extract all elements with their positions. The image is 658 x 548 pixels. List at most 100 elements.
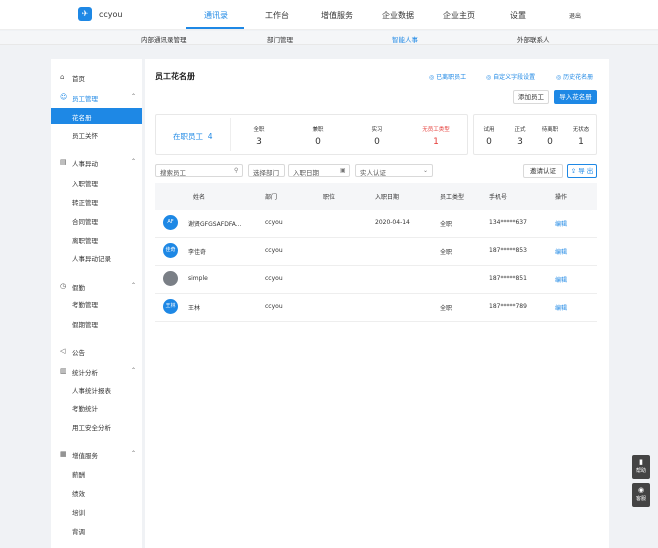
sidebar-group-employee[interactable]: ☺ 员工管理 ⌃ xyxy=(51,89,142,105)
sidebar-group-value-added[interactable]: ▦ 增值服务 ⌃ xyxy=(51,446,142,462)
sidebar-group-attendance[interactable]: ◷ 假勤 ⌃ xyxy=(51,278,142,294)
sidebar-item-hr-report[interactable]: 人事统计报表 xyxy=(72,385,111,395)
sidebar-item-safety-analysis[interactable]: 用工安全分析 xyxy=(72,422,111,432)
sidebar-group-personnel-change[interactable]: ▤ 人事异动 ⌃ xyxy=(51,154,142,170)
onjob-count[interactable]: 在职员工 4 xyxy=(173,131,213,142)
sidebar-item-change-records[interactable]: 人事异动记录 xyxy=(72,253,111,263)
history-roster-link[interactable]: ◎ 历史花名册 xyxy=(556,72,593,81)
col-name: 姓名 xyxy=(193,194,206,201)
sidebar-item-onboarding[interactable]: 入职管理 xyxy=(72,178,98,188)
sidebar-item-salary[interactable]: 薪酬 xyxy=(72,469,85,479)
sidebar-item-attendance-stats[interactable]: 考勤统计 xyxy=(72,403,98,413)
verification-select[interactable]: 实人认证 ⌄ xyxy=(355,164,433,177)
book-icon: ▮ xyxy=(639,458,643,466)
import-roster-button[interactable]: 导入花名册 xyxy=(554,90,597,104)
row-divider xyxy=(155,321,597,322)
stat-probation-label: 试用 xyxy=(483,127,495,133)
sidebar-item-background-check[interactable]: 背调 xyxy=(72,526,85,536)
row3-department: ccyou xyxy=(265,275,283,282)
hire-date-picker[interactable]: 入职日期 ▣ xyxy=(288,164,350,177)
invite-verification-button[interactable]: 邀请认证 xyxy=(523,164,563,178)
row1-name: 谢贤GFGSAFDFA... xyxy=(188,221,242,228)
row-divider xyxy=(155,237,597,238)
row4-type: 全职 xyxy=(440,305,453,312)
col-phone: 手机号 xyxy=(489,194,508,201)
sidebar-item-offboarding[interactable]: 离职管理 xyxy=(72,235,98,245)
stat-parttime-label: 兼职 xyxy=(312,127,324,133)
departed-employees-link[interactable]: ◎ 已离职员工 xyxy=(429,72,466,81)
row4-department: ccyou xyxy=(265,303,283,310)
employee-search-input[interactable]: 搜索员工 ⚲ xyxy=(155,164,243,177)
stat-pending-leave-value[interactable]: 0 xyxy=(547,137,553,147)
stat-regular-value[interactable]: 3 xyxy=(517,137,523,147)
help-float-button[interactable]: ▮ 帮助 xyxy=(632,455,650,479)
sidebar-item-employee-care[interactable]: 员工关怀 xyxy=(72,130,98,140)
document-icon: ▤ xyxy=(60,158,67,166)
sidebar-group-statistics[interactable]: ▥ 统计分析 ⌃ xyxy=(51,363,142,379)
stats-divider xyxy=(230,118,231,151)
sidebar: ⌂ 首页 ☺ 员工管理 ⌃ 花名册 员工关怀 ▤ 人事异动 ⌃ 入职管理 转正管… xyxy=(51,59,142,548)
sidebar-item-attendance-mgmt[interactable]: 考勤管理 xyxy=(72,299,98,309)
sidebar-item-contracts[interactable]: 合同管理 xyxy=(72,216,98,226)
topnav-settings[interactable]: 设置 xyxy=(510,10,526,21)
col-department: 部门 xyxy=(265,194,278,201)
stat-untyped-value[interactable]: 1 xyxy=(433,137,439,147)
bird-logo-icon[interactable]: ✈ xyxy=(78,7,92,21)
row1-phone: 134*****637 xyxy=(489,219,527,226)
subnav-department[interactable]: 部门管理 xyxy=(267,34,293,44)
row1-type: 全职 xyxy=(440,221,453,228)
custom-fields-link[interactable]: ◎ 自定义字段设置 xyxy=(486,72,535,81)
row1-hire-date: 2020-04-14 xyxy=(375,219,410,226)
row2-edit-link[interactable]: 编辑 xyxy=(555,247,567,256)
topnav-enterprise-home[interactable]: 企业主页 xyxy=(443,10,475,21)
bar-chart-icon: ▥ xyxy=(60,367,67,375)
chevron-up-icon: ⌃ xyxy=(131,93,137,100)
sidebar-item-roster[interactable]: 花名册 xyxy=(51,108,142,124)
row2-phone: 187*****853 xyxy=(489,247,527,254)
chevron-up-icon: ⌃ xyxy=(131,282,137,289)
stat-fulltime-value[interactable]: 3 xyxy=(256,137,262,147)
page-title: 员工花名册 xyxy=(155,72,195,81)
row2-type: 全职 xyxy=(440,249,453,256)
row1-edit-link[interactable]: 编辑 xyxy=(555,219,567,228)
sidebar-item-training[interactable]: 培训 xyxy=(72,507,85,517)
stat-fulltime-label: 全职 xyxy=(253,127,265,133)
topnav-contacts[interactable]: 通讯录 xyxy=(204,10,228,21)
col-employee-type: 员工类型 xyxy=(440,194,465,201)
chevron-up-icon: ⌃ xyxy=(131,158,137,165)
sidebar-item-performance[interactable]: 绩效 xyxy=(72,488,85,498)
col-actions: 操作 xyxy=(555,194,568,201)
export-button[interactable]: ⇪ 导 出 xyxy=(567,164,597,178)
topnav-workbench[interactable]: 工作台 xyxy=(265,10,289,21)
row2-department: ccyou xyxy=(265,247,283,254)
stat-no-status-label: 无状态 xyxy=(572,127,590,133)
subnav-external-contacts[interactable]: 外部联系人 xyxy=(517,34,550,44)
stat-intern-value[interactable]: 0 xyxy=(374,137,380,147)
row4-edit-link[interactable]: 编辑 xyxy=(555,303,567,312)
stat-probation-value[interactable]: 0 xyxy=(486,137,492,147)
sidebar-item-announcement[interactable]: ◁ 公告 xyxy=(51,343,142,359)
customer-service-float-button[interactable]: ◉ 客服 xyxy=(632,483,650,507)
megaphone-icon: ◁ xyxy=(60,347,66,355)
logout-link[interactable]: 退出 xyxy=(569,11,581,20)
col-position: 职位 xyxy=(323,194,336,201)
stat-no-status-value[interactable]: 1 xyxy=(578,137,584,147)
subnav-smart-hr[interactable]: 智能人事 xyxy=(392,34,418,44)
sidebar-item-leave-mgmt[interactable]: 假期管理 xyxy=(72,319,98,329)
col-hire-date: 入职日期 xyxy=(375,194,400,201)
row3-phone: 187*****851 xyxy=(489,275,527,282)
topnav-value-added[interactable]: 增值服务 xyxy=(321,10,353,21)
sidebar-item-regularization[interactable]: 转正管理 xyxy=(72,197,98,207)
avatar-photo xyxy=(163,271,178,286)
sidebar-item-home[interactable]: ⌂ 首页 xyxy=(51,69,142,85)
row1-department: ccyou xyxy=(265,219,283,226)
topnav-enterprise-data[interactable]: 企业数据 xyxy=(382,10,414,21)
department-select[interactable]: 选择部门 xyxy=(248,164,285,177)
stat-pending-leave-label: 待离职 xyxy=(541,127,559,133)
row-divider xyxy=(155,265,597,266)
stat-intern-label: 实习 xyxy=(371,127,383,133)
subnav-internal-contacts[interactable]: 内部通讯录管理 xyxy=(141,34,187,44)
add-employee-button[interactable]: 添加员工 xyxy=(513,90,549,104)
row3-edit-link[interactable]: 编辑 xyxy=(555,275,567,284)
stat-parttime-value[interactable]: 0 xyxy=(315,137,321,147)
